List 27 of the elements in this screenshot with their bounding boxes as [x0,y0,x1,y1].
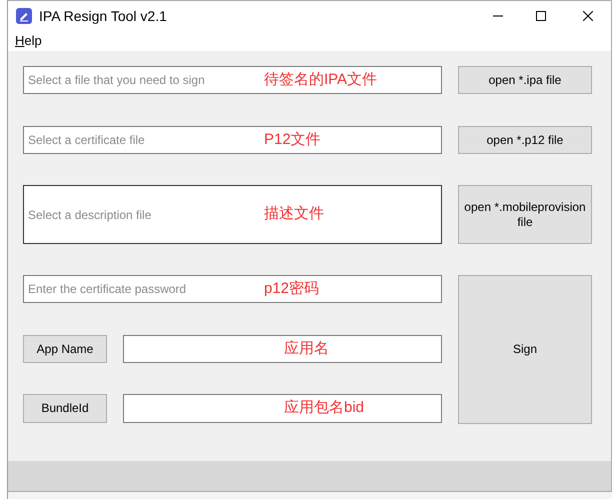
label-button[interactable]: BundleId [23,394,107,423]
sign-button[interactable]: Sign [458,275,592,424]
placeholder-text: Select a description file [28,206,152,224]
annotation-text: 应用包名bid [284,398,364,418]
input-field[interactable]: 应用包名bid [123,394,442,423]
open-file-button[interactable]: open *.p12 file [458,126,592,154]
menu-item[interactable]: Help [15,31,42,51]
input-field[interactable]: Select a file that you need to sign 待签名的IPA文件 [23,66,442,94]
label-button[interactable]: App Name [23,335,107,363]
annotation-text: 描述文件 [264,204,324,224]
input-field[interactable]: Enter the certificate password p12密码 [23,275,442,303]
placeholder-text: Select a file that you need to sign [28,72,205,89]
placeholder-text: Enter the certificate password [28,281,186,298]
annotation-text: p12密码 [264,278,320,299]
open-file-button[interactable]: open *.mobileprovision file [458,185,592,244]
placeholder-text: Select a certificate file [28,132,145,149]
open-file-button[interactable]: open *.ipa file [458,66,592,94]
input-field[interactable]: 应用名 [123,335,442,363]
maximize-icon[interactable] [536,11,546,21]
close-icon[interactable] [583,11,593,21]
input-field[interactable]: Select a description file 描述文件 [23,185,442,244]
input-field[interactable]: Select a certificate file P12文件 [23,126,442,154]
annotation-text: P12文件 [264,130,321,150]
annotation-text: 应用名 [284,338,329,359]
pen-app-icon [16,8,32,24]
window-title: IPA Resign Tool v2.1 [39,6,167,26]
annotation-text: 待签名的IPA文件 [264,70,378,90]
